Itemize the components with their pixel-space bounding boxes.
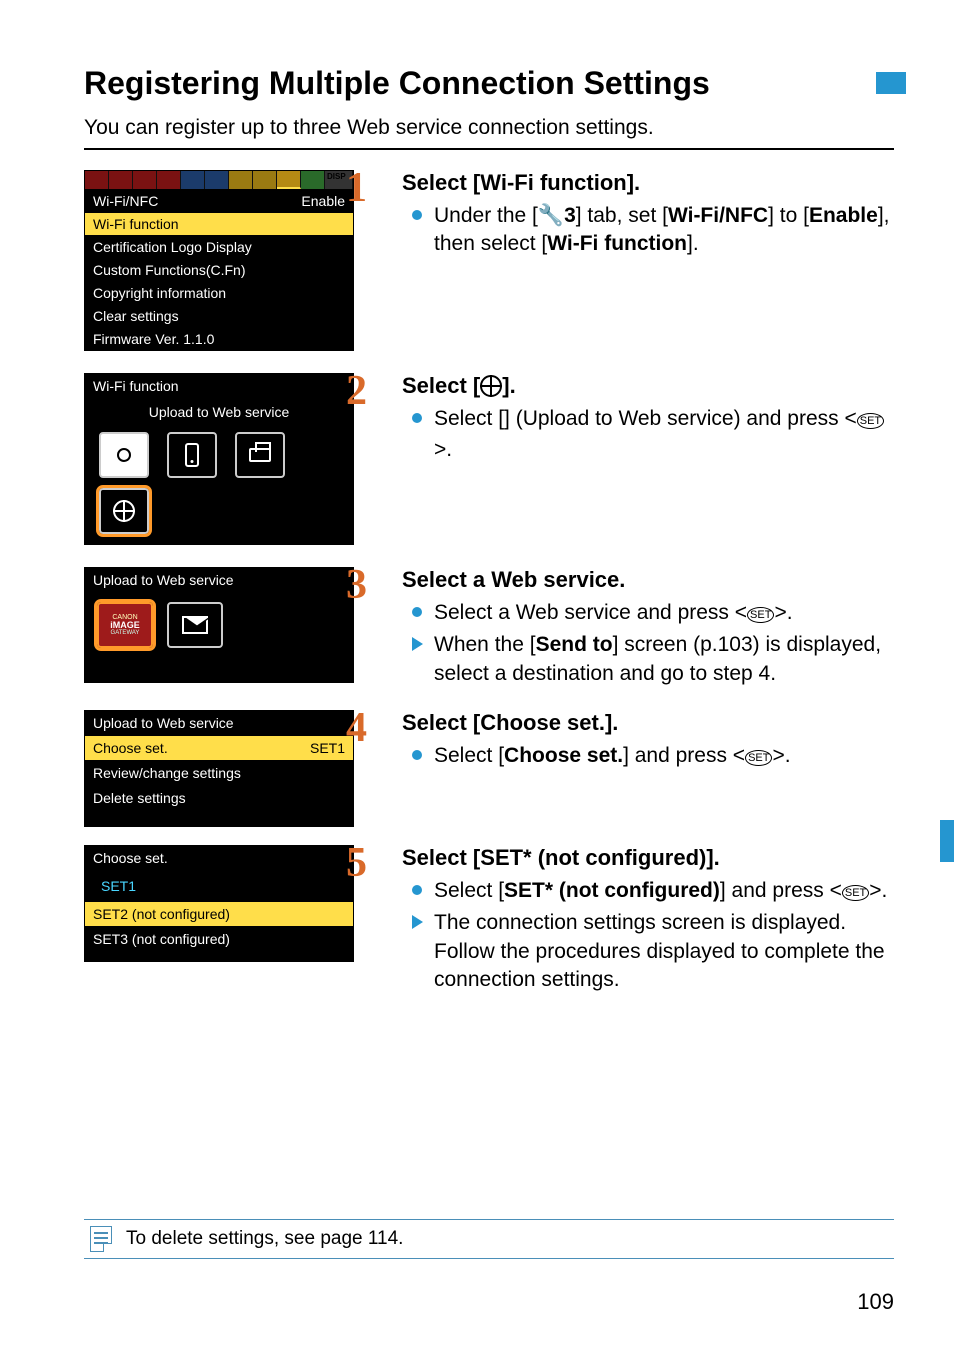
step-bullet: Select [Choose set.] and press <SET>. [412,742,894,770]
footer-note: To delete settings, see page 114. [84,1219,894,1259]
step-heading: Select [SET* (not configured)]. [402,845,894,871]
camera-icon [99,432,149,478]
menu-item: Firmware Ver. 1.1.0 [93,331,214,347]
step-number: 4 [346,704,367,752]
screenshot-title: Upload to Web service [85,568,353,592]
menu-item: Choose set. [93,740,168,756]
set-icon: SET [745,750,772,766]
menu-item: Wi-Fi function [93,216,179,232]
page-title: Registering Multiple Connection Settings [0,0,954,102]
note-icon [90,1226,112,1252]
mail-icon [167,602,223,648]
menu-item: Clear settings [93,308,179,324]
page-number: 109 [857,1289,894,1315]
printer-icon [235,432,285,478]
set-icon: SET [842,885,869,901]
screenshot-setup-menu: DISP Wi-Fi/NFCEnable Wi-Fi function Cert… [84,170,354,351]
screenshot-title: Wi-Fi function [85,374,353,398]
step-number: 1 [346,164,367,212]
title-accent [876,72,906,94]
screenshot-upload-menu: Upload to Web service Choose set. SET1 Re… [84,710,354,827]
wrench-icon: 🔧 [538,204,564,227]
screenshot-title: Choose set. [85,846,353,870]
step-heading: Select []. [402,373,894,399]
step-bullet: Select [SET* (not configured)] and press… [412,877,894,905]
screenshot-choose-set: Choose set. SET1 SET2 (not configured) S… [84,845,354,962]
step-5: Choose set. SET1 SET2 (not configured) S… [0,839,954,1004]
globe-icon [99,488,149,534]
menu-value: SET1 [310,740,345,756]
intro-rule [84,148,894,150]
step-heading: Select a Web service. [402,567,894,593]
screenshot-upload-service: Upload to Web service CANON iMAGE GATEWA… [84,567,354,683]
step-2: Wi-Fi function Upload to Web service 2 S… [0,367,954,551]
footer-text: To delete settings, see page 114. [126,1228,403,1249]
menu-item: SET2 (not configured) [93,906,230,922]
set-icon: SET [857,413,884,429]
smartphone-icon [167,432,217,478]
step-bullet: When the [Send to] screen (p.103) is dis… [412,631,894,688]
side-tab [940,820,954,862]
globe-icon [480,375,502,397]
step-heading: Select [Wi-Fi function]. [402,170,894,196]
screenshot-wifi-function: Wi-Fi function Upload to Web service [84,373,354,545]
canon-image-gateway-icon: CANON iMAGE GATEWAY [97,602,153,648]
intro-text: You can register up to three Web service… [0,102,954,146]
step-3: Upload to Web service CANON iMAGE GATEWA… [0,561,954,698]
step-number: 3 [346,561,367,609]
menu-item: Delete settings [93,790,186,806]
screenshot-subtitle: Upload to Web service [85,398,353,428]
set-icon: SET [747,607,774,623]
menu-item: Custom Functions(C.Fn) [93,262,245,278]
step-bullet: Under the [🔧3] tab, set [Wi-Fi/NFC] to [… [412,202,894,259]
step-bullet: Select [] (Upload to Web service) and pr… [412,405,894,465]
menu-item: SET3 (not configured) [93,931,230,947]
menu-item: SET1 [93,875,144,897]
step-1: DISP Wi-Fi/NFCEnable Wi-Fi function Cert… [0,164,954,357]
menu-item: Wi-Fi/NFC [93,193,158,209]
screenshot-title: Upload to Web service [85,711,353,735]
menu-item: Review/change settings [93,765,241,781]
step-4: Upload to Web service Choose set. SET1 Re… [0,704,954,833]
step-bullet: Select a Web service and press <SET>. [412,599,894,627]
step-number: 2 [346,367,367,415]
step-bullet: The connection settings screen is displa… [412,909,894,994]
step-heading: Select [Choose set.]. [402,710,894,736]
menu-value: Enable [301,193,345,209]
menu-item: Certification Logo Display [93,239,252,255]
step-number: 5 [346,839,367,887]
menu-item: Copyright information [93,285,226,301]
